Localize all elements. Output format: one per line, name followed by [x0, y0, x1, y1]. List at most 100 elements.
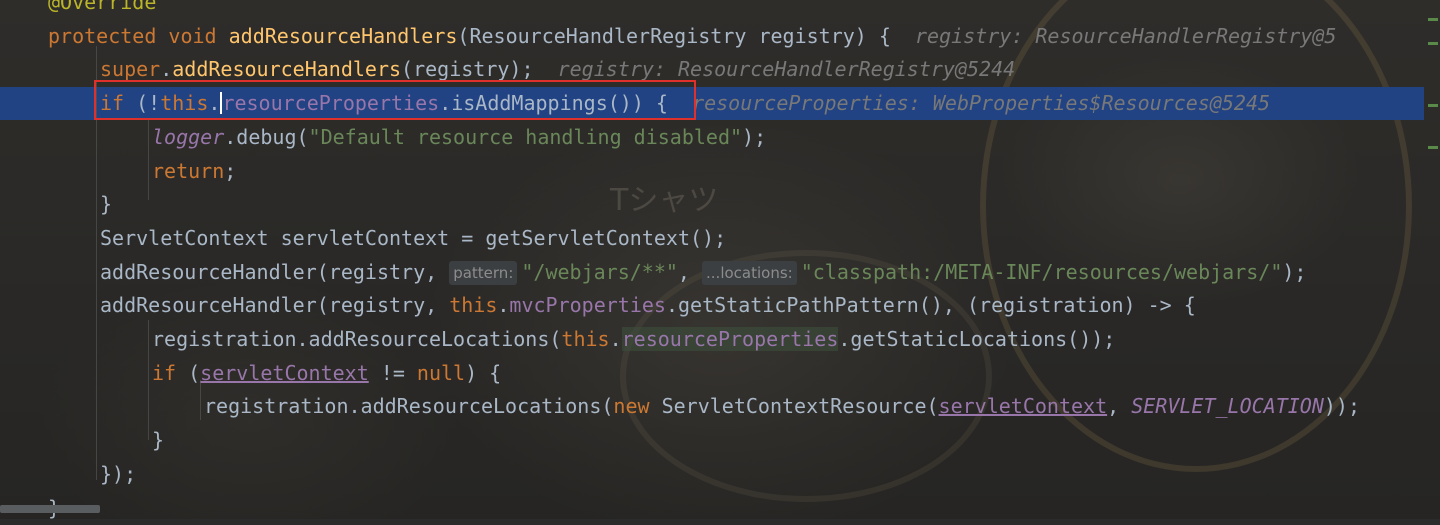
stripe-mark: [1428, 146, 1438, 149]
code-token: logger: [152, 124, 225, 149]
code-token: "Default resource handling disabled": [308, 124, 743, 149]
code-token: "classpath:/META-INF/resources/webjars/": [800, 259, 1283, 284]
code-editor[interactable]: @Override protected void addResourceHandl…: [0, 0, 1440, 520]
code-line-content: protected void addResourceHandlers(Resou…: [48, 20, 1336, 53]
stripe-mark: [1428, 42, 1438, 45]
code-line-content: registration.addResourceLocations(this.r…: [152, 323, 1115, 356]
code-token: @Override: [48, 0, 157, 14]
parameter-hint: ...locations:: [702, 260, 797, 285]
code-line[interactable]: ServletContext servletContext = getServl…: [0, 222, 1424, 255]
code-token: void: [168, 23, 229, 48]
error-stripe: [1426, 0, 1440, 519]
code-token: }: [152, 428, 165, 453]
horizontal-scrollbar[interactable]: [0, 505, 100, 513]
code-line-content: if (!this. resourceProperties.isAddMappin…: [100, 87, 1270, 120]
code-token: SERVLET_LOCATION: [1131, 394, 1324, 419]
code-token: (ResourceHandlerRegistry registry) {: [457, 23, 915, 48]
code-token: .: [497, 293, 510, 318]
code-line[interactable]: }: [0, 492, 1424, 525]
indent-guide: [148, 120, 149, 200]
code-line[interactable]: registration.addResourceLocations(new Se…: [0, 390, 1424, 423]
code-token: addResourceHandler(registry,: [100, 259, 450, 284]
code-line[interactable]: super.addResourceHandlers(registry); reg…: [0, 53, 1424, 86]
code-line[interactable]: return;: [0, 155, 1424, 188]
code-line[interactable]: @Override: [0, 0, 1424, 19]
code-token: return: [152, 158, 225, 183]
code-token: !=: [368, 360, 417, 385]
parameter-hint: pattern:: [449, 260, 518, 285]
code-token: this: [160, 91, 209, 116]
current-code-line[interactable]: if (!this. resourceProperties.isAddMappin…: [0, 87, 1424, 121]
code-token: ;: [224, 158, 237, 183]
code-line-content: ServletContext servletContext = getServl…: [100, 222, 726, 255]
code-line-content: addResourceHandler(registry, this.mvcPro…: [100, 289, 1196, 322]
code-token: new: [613, 394, 662, 419]
code-token: if: [152, 360, 189, 385]
code-line[interactable]: }: [0, 188, 1424, 221]
code-token: this: [561, 327, 610, 351]
code-token: protected: [48, 23, 169, 48]
code-line-content: }: [152, 424, 164, 457]
code-line[interactable]: addResourceHandler(registry, this.mvcPro…: [0, 289, 1424, 322]
code-line-content: registration.addResourceLocations(new Se…: [204, 390, 1360, 423]
code-line-content: addResourceHandler(registry, pattern: "/w…: [100, 256, 1306, 289]
code-token: ) {: [465, 360, 502, 385]
code-token: resourceProperties: [222, 91, 440, 116]
code-line[interactable]: protected void addResourceHandlers(Resou…: [0, 20, 1424, 53]
stripe-mark: [1428, 104, 1438, 107]
indent-guide: [148, 320, 149, 440]
debug-inline-value: registry: ResourceHandlerRegistry@5244: [557, 57, 1016, 82]
code-line-content: }: [100, 188, 112, 221]
code-token: ServletContextResource(: [661, 394, 939, 419]
code-line-content: return;: [152, 155, 236, 188]
code-token: super: [100, 57, 161, 82]
debug-inline-value: resourceProperties: WebProperties$Resour…: [692, 91, 1271, 116]
code-token: resourceProperties: [621, 327, 839, 351]
stripe-mark: [1428, 18, 1438, 21]
code-line[interactable]: }: [0, 424, 1424, 457]
code-token: ));: [1323, 394, 1360, 419]
code-token: ,: [1107, 394, 1132, 419]
debug-inline-value: registry: ResourceHandlerRegistry@5: [914, 23, 1337, 48]
code-token: "/webjars/**": [521, 259, 678, 284]
code-token: if: [100, 91, 137, 116]
code-token: .: [208, 91, 221, 116]
code-token: .: [160, 57, 173, 82]
code-line-content: logger.debug("Default resource handling …: [152, 121, 766, 154]
code-line-content: });: [100, 458, 136, 491]
code-token: );: [1282, 259, 1307, 284]
code-token: mvcProperties: [509, 293, 666, 318]
code-line[interactable]: });: [0, 458, 1424, 491]
code-line-content: @Override: [48, 0, 156, 19]
code-token: (: [188, 360, 201, 385]
code-token: );: [742, 124, 767, 149]
code-line-content: if (servletContext != null) {: [152, 357, 501, 390]
code-line[interactable]: logger.debug("Default resource handling …: [0, 121, 1424, 154]
code-token: .getStaticPathPattern(), (registration) …: [665, 293, 1196, 318]
code-token: (!: [136, 91, 161, 116]
code-token: servletContext: [938, 394, 1108, 419]
code-token: registration.addResourceLocations(: [152, 327, 562, 351]
code-line[interactable]: addResourceHandler(registry, pattern: "/w…: [0, 256, 1424, 289]
code-line-content: super.addResourceHandlers(registry); reg…: [100, 53, 1015, 86]
code-token: .debug(: [224, 124, 309, 149]
code-token: addResourceHandler(registry,: [100, 293, 450, 318]
code-token: ServletContext servletContext = getServl…: [100, 225, 727, 250]
code-line[interactable]: if (servletContext != null) {: [0, 357, 1424, 390]
code-token: (registry);: [401, 57, 558, 82]
code-token: servletContext: [200, 360, 369, 385]
indent-guide: [200, 380, 201, 420]
code-token: null: [416, 360, 466, 385]
code-token: }: [100, 192, 113, 217]
code-line[interactable]: registration.addResourceLocations(this.r…: [0, 323, 1424, 356]
code-token: ,: [677, 259, 703, 284]
code-token: .getStaticLocations());: [838, 327, 1116, 351]
code-token: registration.addResourceLocations(: [204, 394, 614, 419]
code-token: .isAddMappings()) {: [439, 91, 693, 116]
code-token: addResourceHandlers: [172, 57, 402, 82]
code-token: .: [609, 327, 622, 351]
indent-guide: [96, 46, 97, 480]
code-token: addResourceHandlers: [228, 23, 458, 48]
code-token: });: [100, 461, 137, 486]
code-token: this: [449, 293, 498, 318]
